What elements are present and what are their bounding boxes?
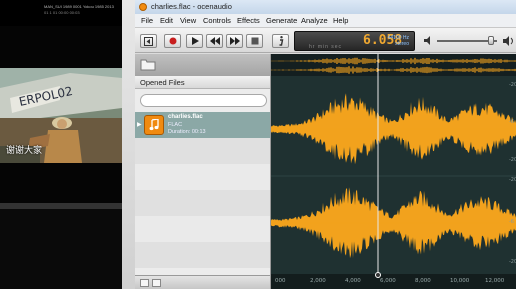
file-list: ▶ charlies.flac FLAC Duration: 00:13	[135, 112, 270, 276]
record-icon	[169, 37, 176, 45]
db-label: -20	[509, 82, 516, 88]
volume-high-icon	[503, 36, 513, 46]
list-stripe	[135, 216, 270, 242]
list-stripe	[135, 190, 270, 216]
list-stripe	[135, 242, 270, 268]
list-stripe	[135, 138, 270, 164]
folder-icon[interactable]	[140, 58, 156, 71]
stop-button[interactable]	[246, 34, 263, 48]
video-metadata-2: 01 1 01 00:00 00:03	[44, 10, 80, 15]
overview-waveform	[271, 66, 516, 74]
screen: MAN_SUI 1989 0001 Yokou 1985 2013 01 1 0…	[0, 0, 516, 289]
file-name: charlies.flac	[168, 114, 203, 120]
opened-files-title: Opened Files	[140, 78, 185, 87]
opened-files-header: Opened Files	[135, 76, 270, 89]
menu-bar: File Edit View Controls Effects Generate…	[135, 14, 516, 28]
waveform-canvas[interactable]	[271, 54, 516, 289]
channel-mode: stereo	[395, 41, 409, 47]
fast-forward-button[interactable]	[226, 34, 243, 48]
audio-file-icon	[144, 115, 164, 135]
background-window-edge	[122, 0, 135, 289]
rewind-icon	[209, 37, 220, 45]
file-type: FLAC	[168, 122, 183, 128]
db-label: -6	[509, 219, 514, 225]
edit-mode-icon	[144, 36, 153, 46]
volume-low-icon	[424, 36, 430, 45]
menu-help[interactable]: Help	[333, 16, 348, 25]
play-button[interactable]	[186, 34, 203, 48]
window-title: charlies.flac - ocenaudio	[151, 2, 232, 11]
expand-chevron-icon[interactable]: ▶	[137, 121, 142, 128]
list-stripe	[135, 164, 270, 190]
overview-waveform	[271, 57, 516, 65]
menu-controls[interactable]: Controls	[203, 16, 231, 25]
db-label: -20	[509, 259, 516, 265]
video-subtitle: 谢谢大家	[6, 145, 43, 155]
edit-mode-button[interactable]	[140, 34, 157, 48]
playhead-marker[interactable]	[375, 272, 381, 278]
time-tick-label: 6,000	[380, 278, 396, 284]
menu-view[interactable]: View	[180, 16, 196, 25]
db-label: -20	[509, 157, 516, 163]
list-view-icon[interactable]	[140, 279, 149, 287]
rewind-button[interactable]	[206, 34, 223, 48]
record-button[interactable]	[164, 34, 181, 48]
time-display: hr min sec 6.058 44100 Hz stereo	[294, 31, 415, 51]
ocenaudio-window: charlies.flac - ocenaudio File Edit View…	[135, 0, 516, 289]
menu-effects[interactable]: Effects	[237, 16, 260, 25]
background-video-player: MAN_SUI 1989 0001 Yokou 1985 2013 01 1 0…	[0, 0, 122, 289]
volume-slider-handle[interactable]	[488, 36, 494, 45]
time-tick-label: 4,000	[345, 278, 361, 284]
play-icon	[191, 37, 199, 45]
files-sidebar: Opened Files ▶ charlies.flac FLAC Durati…	[135, 54, 271, 289]
video-player-header: MAN_SUI 1989 0001 Yokou 1985 2013 01 1 0…	[0, 0, 122, 26]
db-label: -6	[509, 119, 514, 125]
ocenaudio-logo-icon	[139, 3, 147, 11]
video-controls-area	[0, 209, 122, 289]
info-icon	[279, 36, 283, 46]
time-tick-label: 2,000	[310, 278, 326, 284]
waveform-editor[interactable]: 000 2,000 4,000 6,000 8,000 10,000 12,000 -20 -…	[271, 54, 516, 289]
toolbar: hr min sec 6.058 44100 Hz stereo	[135, 28, 516, 53]
file-duration: Duration: 00:13	[168, 129, 206, 135]
time-tick-label: 8,000	[415, 278, 431, 284]
file-item-charlies[interactable]: ▶ charlies.flac FLAC Duration: 00:13	[135, 112, 270, 138]
time-tick-label: 12,000	[485, 278, 505, 284]
info-button[interactable]	[272, 34, 289, 48]
time-units-label: hr min sec	[309, 44, 343, 50]
title-bar[interactable]: charlies.flac - ocenaudio	[135, 0, 516, 14]
sidebar-toolbar	[135, 54, 270, 76]
menu-analyze[interactable]: Analyze	[301, 16, 328, 25]
menu-file[interactable]: File	[141, 16, 153, 25]
file-search-input[interactable]	[140, 94, 267, 107]
db-label: -20	[509, 177, 516, 183]
detail-view-icon[interactable]	[152, 279, 161, 287]
menu-edit[interactable]: Edit	[160, 16, 173, 25]
fast-forward-icon	[229, 37, 240, 45]
sample-rate-info: 44100 Hz stereo	[388, 35, 409, 47]
time-tick-label: 000	[275, 278, 286, 284]
sidebar-footer	[135, 275, 270, 289]
menu-generate[interactable]: Generate	[266, 16, 297, 25]
time-tick-label: 10,000	[450, 278, 470, 284]
stop-icon	[251, 37, 258, 45]
